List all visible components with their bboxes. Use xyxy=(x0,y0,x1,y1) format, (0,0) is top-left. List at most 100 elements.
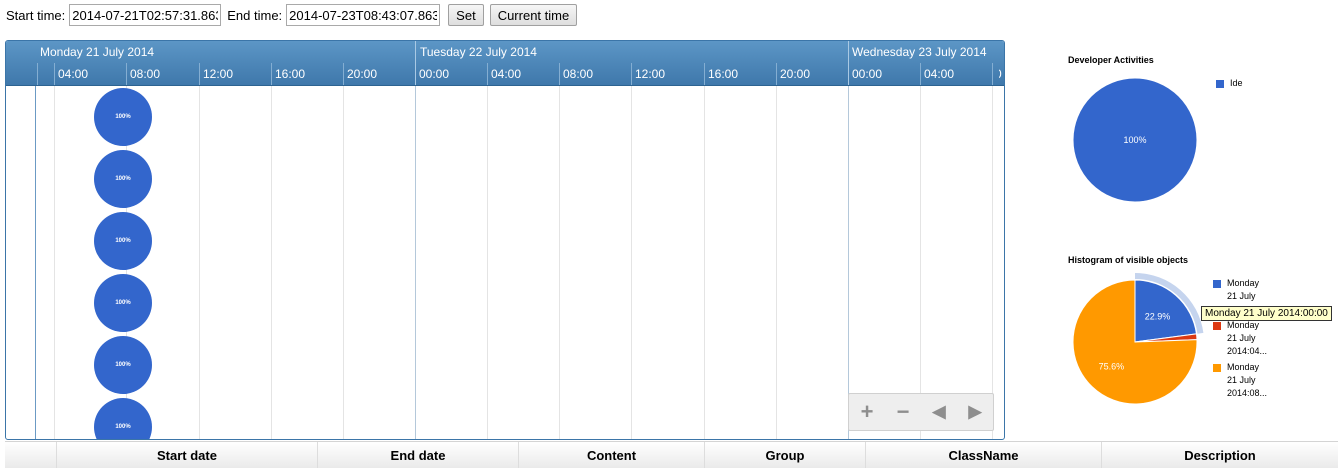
timeline-event-pie[interactable]: 100% xyxy=(94,212,152,270)
start-time-input[interactable] xyxy=(69,4,222,26)
axis-tick xyxy=(776,63,777,85)
legend-line: Monday xyxy=(1227,320,1260,330)
grid-line-major xyxy=(848,86,849,439)
legend-line: 2014:08... xyxy=(1227,388,1268,398)
column-header-classname[interactable]: ClassName xyxy=(865,442,1101,468)
events-table-header: Start date End date Content Group ClassN… xyxy=(5,441,1338,468)
minor-label: 16:00 xyxy=(708,67,739,81)
zoom-out-button[interactable]: − xyxy=(888,399,918,425)
pie-slice-label: 75.6% xyxy=(1099,362,1125,372)
grid-line xyxy=(559,86,560,439)
grid-line xyxy=(487,86,488,439)
legend-swatch xyxy=(1213,280,1221,288)
axis-tick xyxy=(271,63,272,85)
major-label-monday: Monday 21 July 2014 xyxy=(40,45,155,59)
histogram-pie[interactable]: 22.9% 75.6% xyxy=(1060,266,1210,416)
timeline-event-pie[interactable]: 100% xyxy=(94,88,152,146)
column-header-start-date[interactable]: Start date xyxy=(56,442,317,468)
minor-label: 08:00 xyxy=(563,67,594,81)
legend-swatch-ide xyxy=(1216,80,1224,88)
minor-label: 00:00 xyxy=(419,67,450,81)
pie-slice-label: 22.9% xyxy=(1145,311,1171,321)
grid-line xyxy=(631,86,632,439)
timeline-navigation: + − ◀ ▶ xyxy=(848,393,994,431)
histogram-legend-item[interactable]: Monday 21 July xyxy=(1213,277,1259,303)
axis-tick xyxy=(126,63,127,85)
histogram-title: Histogram of visible objects xyxy=(1068,255,1189,265)
axis-tick xyxy=(199,63,200,85)
minor-label: 12:00 xyxy=(635,67,666,81)
column-header-end-date[interactable]: End date xyxy=(317,442,518,468)
axis-tick xyxy=(631,63,632,85)
developer-legend-item[interactable]: Ide xyxy=(1216,77,1243,90)
axis-tick xyxy=(54,63,55,85)
grid-line xyxy=(920,86,921,439)
legend-line: 2014:04... xyxy=(1227,346,1268,356)
timeline-event-pie[interactable]: 100% xyxy=(94,274,152,332)
set-button[interactable]: Set xyxy=(448,4,484,26)
end-time-label: End time: xyxy=(227,7,283,23)
pie-slice-label: 100% xyxy=(1123,135,1146,145)
developer-activities-title: Developer Activities xyxy=(1068,55,1154,65)
axis-tick xyxy=(37,63,38,85)
major-label-wednesday: Wednesday 23 July 2014 xyxy=(852,45,987,59)
grid-line xyxy=(343,86,344,439)
minor-label-clip: 0 xyxy=(999,63,1004,85)
minor-label: 12:00 xyxy=(203,67,234,81)
current-time-button[interactable]: Current time xyxy=(489,4,578,26)
grid-line xyxy=(271,86,272,439)
minor-label: 04:00 xyxy=(491,67,522,81)
axis-tick xyxy=(704,63,705,85)
column-header-blank[interactable] xyxy=(5,442,56,468)
developer-activities-pie[interactable]: 100% xyxy=(1060,70,1210,220)
grid-line-major xyxy=(415,86,416,439)
end-time-input[interactable] xyxy=(286,4,441,26)
grid-line xyxy=(776,86,777,439)
move-left-button[interactable]: ◀ xyxy=(924,402,954,422)
move-right-button[interactable]: ▶ xyxy=(960,402,990,422)
grid-line xyxy=(704,86,705,439)
start-time-label: Start time: xyxy=(6,7,66,23)
grid-line xyxy=(199,86,200,439)
timeline-axis: Monday 21 July 2014 Tuesday 22 July 2014… xyxy=(6,41,1004,86)
axis-tick xyxy=(343,63,344,85)
minor-label: 00:00 xyxy=(852,67,883,81)
timeline-event-pie[interactable]: 100% xyxy=(94,150,152,208)
minor-label: 16:00 xyxy=(275,67,306,81)
column-header-content[interactable]: Content xyxy=(518,442,704,468)
legend-line: Monday xyxy=(1227,362,1260,372)
legend-label: Monday 21 July 2014:08... xyxy=(1227,361,1267,400)
grid-line xyxy=(54,86,55,439)
major-label-tuesday: Tuesday 22 July 2014 xyxy=(420,45,537,59)
grid-line xyxy=(992,86,993,439)
timeline[interactable]: Monday 21 July 2014 Tuesday 22 July 2014… xyxy=(5,40,1005,440)
zoom-in-button[interactable]: + xyxy=(852,399,882,425)
legend-line: 21 July xyxy=(1227,333,1256,343)
minor-label: 20:00 xyxy=(347,67,378,81)
time-controls: Start time: End time: Set Current time xyxy=(6,3,583,27)
histogram-legend-item[interactable]: Monday 21 July 2014:04... xyxy=(1213,319,1267,358)
timeline-event-pie[interactable]: 100% xyxy=(94,398,152,439)
axis-tick xyxy=(559,63,560,85)
timeline-event-pie[interactable]: 100% xyxy=(94,336,152,394)
axis-tick xyxy=(992,63,993,85)
column-header-description[interactable]: Description xyxy=(1101,442,1338,468)
axis-tick xyxy=(920,63,921,85)
chart-tooltip: Monday 21 July 2014:00:00 xyxy=(1201,306,1332,321)
legend-line: 21 July xyxy=(1227,291,1256,301)
minor-label: 20:00 xyxy=(780,67,811,81)
minor-label: 08:00 xyxy=(130,67,161,81)
legend-swatch xyxy=(1213,364,1221,372)
minor-label: 04:00 xyxy=(58,67,89,81)
column-header-group[interactable]: Group xyxy=(704,442,865,468)
minor-label: 0 xyxy=(999,67,1002,81)
histogram-legend-item[interactable]: Monday 21 July 2014:08... xyxy=(1213,361,1267,400)
legend-swatch xyxy=(1213,322,1221,330)
legend-label: Monday 21 July 2014:04... xyxy=(1227,319,1267,358)
legend-line: Monday xyxy=(1227,278,1260,288)
axis-tick xyxy=(487,63,488,85)
legend-label-ide: Ide xyxy=(1230,78,1243,88)
legend-label: Monday 21 July xyxy=(1227,277,1259,303)
minor-label: 04:00 xyxy=(924,67,955,81)
legend-line: 21 July xyxy=(1227,375,1256,385)
